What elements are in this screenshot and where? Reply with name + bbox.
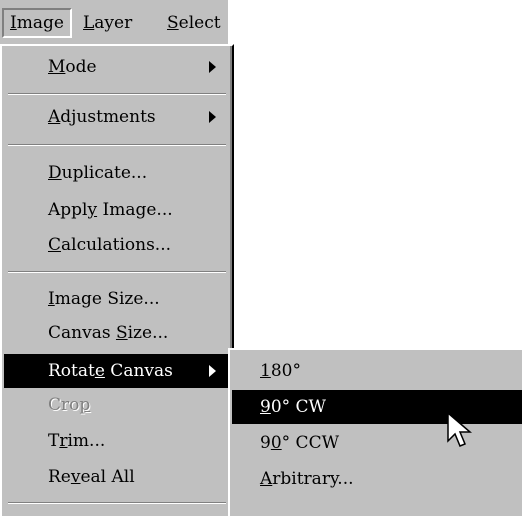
apply-image-label-end: Image... [97,200,173,220]
menu-select-mnemonic: S [167,13,179,33]
adjustments-mnemonic: A [48,107,61,127]
menu-item-mode[interactable]: Mode [4,50,228,84]
menu-item-adjustments[interactable]: Adjustments [4,100,228,134]
reveal-all-label-end: eal All [80,467,135,487]
submenu-item-180[interactable]: 180° [232,354,522,388]
menu-image[interactable]: Image [2,8,72,38]
reveal-all-label-start: Re [48,467,71,487]
menu-separator [8,144,226,146]
canvas-size-mnemonic: S [115,323,128,343]
menu-separator [8,93,226,95]
menu-item-trim[interactable]: Trim... [4,424,228,458]
image-size-label: mage Size... [54,289,160,309]
rotate-90-cw-label: 0° CW [270,397,327,417]
rotate-180-mnemonic: 1 [260,361,271,381]
menu-layer-mnemonic: L [83,13,95,33]
rotate-canvas-label-start: Rotat [48,361,95,381]
rotate-canvas-mnemonic: e [94,361,105,381]
menu-item-image-size[interactable]: Image Size... [4,282,228,316]
canvas-size-label-end: ize... [127,323,169,343]
menu-layer[interactable]: Layer [77,8,138,38]
image-menu-dropdown: Mode Adjustments Duplicate... Apply Imag… [0,44,234,516]
submenu-item-90-ccw[interactable]: 90° CCW [232,426,522,460]
canvas-size-label-start: Canvas [48,323,116,343]
menu-bar: Image Layer Select [0,0,228,44]
triangle-right-icon [209,61,216,73]
menu-item-apply-image[interactable]: Apply Image... [4,193,228,227]
calculations-label: alculations... [61,235,172,255]
mode-label: ode [65,57,97,77]
menu-select-label: elect [178,13,221,33]
arbitrary-label: rbitrary... [272,469,354,489]
rotate-180-label: 80° [270,361,301,381]
rotate-canvas-submenu: 180° 90° CW 90° CCW Arbitrary... [228,348,522,516]
duplicate-mnemonic: D [48,163,62,183]
mode-mnemonic: M [48,57,66,77]
rotate-90-ccw-label-end: ° CCW [281,433,340,453]
triangle-right-icon [209,365,216,377]
apply-image-label-start: Appl [48,200,88,220]
menu-layer-label: ayer [94,13,133,33]
rotate-90-ccw-label-start: 9 [260,433,271,453]
adjustments-label: djustments [60,107,156,127]
apply-image-mnemonic: y [87,200,98,220]
menu-separator [8,502,226,504]
menu-item-canvas-size[interactable]: Canvas Size... [4,316,228,350]
crop-label-start: Cro [48,395,80,415]
duplicate-label: uplicate... [61,163,148,183]
menu-item-duplicate[interactable]: Duplicate... [4,156,228,190]
submenu-item-90-cw[interactable]: 90° CW [232,390,522,424]
rotate-90-ccw-mnemonic: 0 [270,433,282,453]
menu-image-mnemonic: I [10,13,17,33]
menu-item-rotate-canvas[interactable]: Rotate Canvas [4,354,228,388]
calculations-mnemonic: C [48,235,62,255]
triangle-right-icon [209,111,216,123]
arrow-pointer-icon [447,412,473,447]
menu-select[interactable]: Select [161,8,227,38]
crop-mnemonic: p [79,395,91,415]
arbitrary-mnemonic: A [260,469,273,489]
submenu-item-arbitrary[interactable]: Arbitrary... [232,462,522,496]
rotate-canvas-label-end: Canvas [104,361,173,381]
menu-item-crop: Crop [4,388,228,422]
menu-item-reveal-all[interactable]: Reveal All [4,460,228,494]
menu-separator [8,271,226,273]
rotate-90-cw-mnemonic: 9 [260,397,271,417]
menu-image-label: mage [16,13,64,33]
image-size-mnemonic: I [48,289,55,309]
trim-label-end: im... [67,431,106,451]
menu-item-calculations[interactable]: Calculations... [4,228,228,262]
trim-label-start: T [48,431,60,451]
